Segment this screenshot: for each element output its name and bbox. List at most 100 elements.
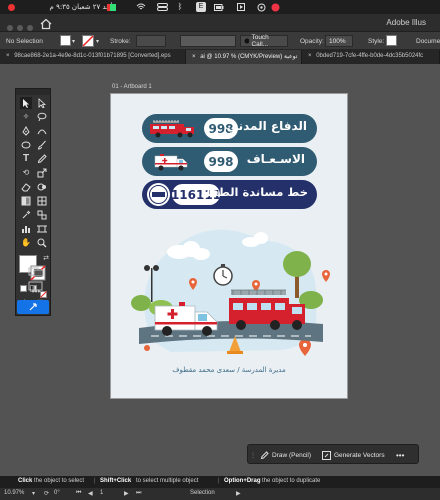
hint-click-key: Click: [18, 478, 33, 484]
previous-artboard-icon[interactable]: ◀: [88, 490, 93, 497]
input-source-badge[interactable]: E: [196, 2, 206, 12]
control-bar: No Selection ▾ ▾ Stroke: Touch Call... O…: [0, 32, 440, 50]
collapsed-panel-icon[interactable]: [28, 264, 44, 277]
tab-label: 0bded719-7cfe-4ffe-b0de-4dc35b5024fc: [316, 53, 424, 59]
blend-tool-icon[interactable]: [36, 209, 48, 221]
tab-close-icon[interactable]: ×: [308, 53, 312, 59]
stroke-dropdown-icon[interactable]: ▾: [96, 35, 99, 47]
current-tool-status[interactable]: Selection: [190, 490, 215, 496]
type-tool-icon[interactable]: T: [20, 153, 32, 165]
battery-icon[interactable]: [214, 2, 224, 12]
civil-defense-pill[interactable]: 998 الدفاع المدني: [142, 114, 317, 143]
artboard-tool-icon[interactable]: [36, 223, 48, 235]
hint-bar: Click the object to select | Shift+Click…: [0, 476, 440, 488]
drag-handle-icon[interactable]: ⋮: [250, 449, 256, 461]
child-helpline-label: خط مساندة الطفل: [200, 185, 308, 199]
style-label: Style:: [368, 37, 385, 45]
brush-definition[interactable]: Touch Call...: [240, 34, 288, 48]
opacity-label: Opacity:: [300, 37, 324, 45]
opacity-field[interactable]: 100%: [325, 35, 353, 47]
ambulance-label: الاسـعـاف: [246, 152, 305, 166]
civil-defense-label: الدفاع المدني: [226, 119, 307, 133]
tab-document-2[interactable]: × ai @ 10.97 % (CMYK/Preview) توعية: [186, 50, 302, 64]
style-swatch[interactable]: [386, 35, 397, 46]
color-mode-icon[interactable]: [20, 285, 27, 292]
rotate-view-icon[interactable]: ⟳: [44, 490, 49, 497]
home-icon[interactable]: [40, 17, 52, 30]
edit-toolbar-button[interactable]: [17, 300, 49, 314]
magic-wand-tool-icon[interactable]: ✧: [20, 111, 32, 123]
system-menubar: أحد ٢٧ شعبان ٩:٣٥ م ᛒ E: [0, 0, 440, 14]
zoom-level[interactable]: 10.97%: [4, 490, 24, 496]
swap-colors-icon[interactable]: ⇄: [40, 252, 52, 264]
direct-selection-tool-icon[interactable]: [36, 97, 48, 109]
panel-grip[interactable]: [16, 89, 50, 95]
pencil-tool-icon[interactable]: [36, 153, 48, 165]
app-title: Adobe Illus: [386, 18, 426, 27]
media-icon[interactable]: [256, 2, 266, 12]
graph-tool-icon[interactable]: [20, 223, 32, 235]
zoom-dropdown-icon[interactable]: ▾: [32, 490, 35, 497]
more-options-icon[interactable]: •••: [396, 449, 404, 461]
tab-document-1[interactable]: × 98cae868-2e1a-4e9e-8d1c-013f01b71895 […: [0, 50, 186, 64]
wifi-icon[interactable]: [136, 2, 146, 12]
lasso-tool-icon[interactable]: [36, 111, 48, 123]
hint-divider: |: [218, 478, 220, 484]
scale-tool-icon[interactable]: [36, 167, 48, 179]
ambulance-number: 998: [204, 151, 238, 172]
more-tools-icon[interactable]: •••: [28, 288, 44, 298]
artboard[interactable]: 998 الدفاع المدني 998 الاسـعـاف 116111 خ…: [110, 93, 348, 399]
hint-option-key: Option+Drag: [224, 478, 261, 484]
date-time[interactable]: أحد ٢٧ شعبان ٩:٣٥ م: [18, 2, 144, 12]
status-menu-icon[interactable]: ▶: [236, 490, 241, 497]
application-bar: Adobe Illus: [0, 14, 440, 32]
gradient-tool-icon[interactable]: [20, 195, 32, 207]
shape-builder-tool-icon[interactable]: [36, 181, 48, 193]
draw-pencil-button[interactable]: Draw (Pencil): [260, 449, 311, 461]
stroke-weight-field[interactable]: [136, 35, 166, 47]
pen-tool-icon[interactable]: [20, 125, 32, 137]
hint-click-desc: the object to select: [34, 478, 85, 484]
variable-width-field[interactable]: [180, 35, 236, 47]
screen-record-icon[interactable]: [270, 2, 280, 12]
tab-close-icon[interactable]: ×: [6, 53, 10, 59]
illustrator-window: { "menubar": { "date_text": "أحد ٢٧ شعبا…: [0, 0, 440, 500]
tab-label: ai @ 10.97 % (CMYK/Preview) توعية: [200, 54, 298, 60]
mesh-tool-icon[interactable]: [36, 195, 48, 207]
generate-vectors-button[interactable]: Generate Vectors: [322, 449, 385, 461]
child-helpline-pill[interactable]: 116111 خط مساندة الطفل: [142, 180, 317, 209]
tab-document-3[interactable]: × 0bded719-7cfe-4ffe-b0de-4dc35b5024fc: [302, 50, 440, 64]
control-center-icon[interactable]: [156, 2, 168, 12]
curvature-tool-icon[interactable]: [36, 125, 48, 137]
rotation-value[interactable]: 0°: [54, 490, 60, 496]
zoom-tool-icon[interactable]: [36, 237, 48, 249]
emergency-illustration: [111, 220, 347, 370]
draw-pencil-label: Draw (Pencil): [272, 451, 312, 459]
status-bar: 10.97% ▾ ⟳ 0° ⏮ ◀ 1 ▶ ⏭ Selection ▶: [0, 488, 440, 500]
play-icon[interactable]: [236, 2, 246, 12]
document-tabs: × 98cae868-2e1a-4e9e-8d1c-013f01b71895 […: [0, 50, 440, 64]
child-helpline-logo: [147, 183, 170, 206]
ellipse-tool-icon[interactable]: [20, 139, 32, 151]
stroke-swatch[interactable]: [82, 35, 94, 47]
fire-truck-icon: [150, 120, 196, 143]
next-artboard-icon[interactable]: ▶: [124, 490, 129, 497]
fill-dropdown-icon[interactable]: ▾: [72, 35, 75, 47]
fill-swatch[interactable]: [60, 35, 71, 46]
artboard-number[interactable]: 1: [100, 490, 103, 496]
tab-close-icon[interactable]: ×: [192, 54, 196, 60]
ambulance-pill[interactable]: 998 الاسـعـاف: [142, 147, 317, 176]
record-icon[interactable]: [6, 2, 16, 12]
last-artboard-icon[interactable]: ⏭: [136, 490, 141, 497]
flag-icon[interactable]: [106, 2, 116, 12]
hand-tool-icon[interactable]: ✋: [20, 237, 32, 249]
first-artboard-icon[interactable]: ⏮: [76, 490, 81, 497]
rotate-tool-icon[interactable]: ⟲: [20, 167, 32, 179]
artboard-label: 01 - Artboard 1: [112, 84, 152, 90]
paintbrush-tool-icon[interactable]: [36, 139, 48, 151]
eyedropper-tool-icon[interactable]: [20, 209, 32, 221]
eraser-tool-icon[interactable]: [20, 181, 32, 193]
document-setup-button[interactable]: Document: [416, 35, 440, 47]
selection-tool-icon[interactable]: [20, 97, 32, 109]
bluetooth-icon[interactable]: ᛒ: [176, 2, 184, 12]
